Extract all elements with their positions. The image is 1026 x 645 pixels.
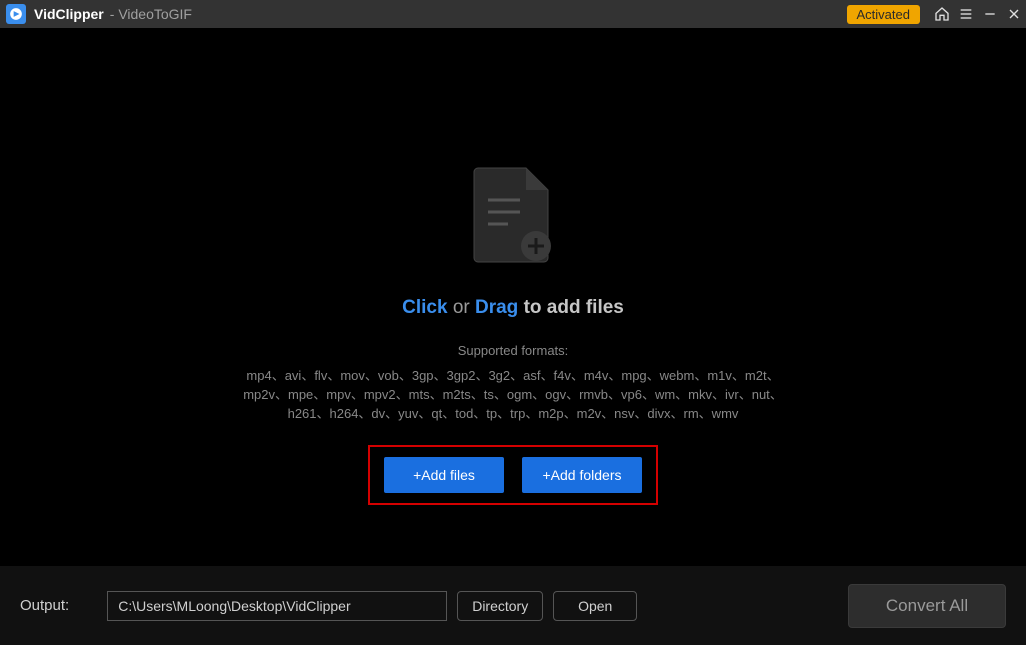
output-path-input[interactable] [107, 591, 447, 621]
highlight-box: +Add files +Add folders [368, 445, 658, 505]
add-folders-button[interactable]: +Add folders [522, 457, 642, 493]
convert-all-button[interactable]: Convert All [848, 584, 1006, 628]
close-icon[interactable] [1002, 0, 1026, 28]
drag-word: Drag [475, 297, 518, 318]
menu-icon[interactable] [954, 0, 978, 28]
minimize-icon[interactable] [978, 0, 1002, 28]
formats-list: mp4、avi、flv、mov、vob、3gp、3gp2、3g2、asf、f4v… [233, 366, 793, 423]
document-plus-icon [472, 166, 554, 269]
app-subtitle: - VideoToGIF [110, 6, 192, 22]
home-icon[interactable] [930, 0, 954, 28]
drop-zone[interactable]: Click or Drag to add files Supported for… [0, 28, 1026, 565]
title-bar: VidClipper - VideoToGIF Activated [0, 0, 1026, 28]
directory-button[interactable]: Directory [457, 591, 543, 621]
open-button[interactable]: Open [553, 591, 637, 621]
output-label: Output: [20, 597, 69, 614]
or-word: or [453, 297, 470, 318]
add-files-button[interactable]: +Add files [384, 457, 504, 493]
app-logo-icon [6, 4, 26, 24]
instruction-text: Click or Drag to add files [402, 297, 624, 319]
rest-words: to add files [524, 297, 624, 318]
bottom-bar: Output: Directory Open Convert All [0, 565, 1026, 645]
click-word: Click [402, 297, 447, 318]
activated-badge: Activated [847, 5, 920, 24]
app-window: VidClipper - VideoToGIF Activated [0, 0, 1026, 645]
titlebar-right: Activated [847, 0, 1026, 28]
app-name: VidClipper [34, 6, 104, 22]
supported-formats-label: Supported formats: [458, 343, 569, 358]
